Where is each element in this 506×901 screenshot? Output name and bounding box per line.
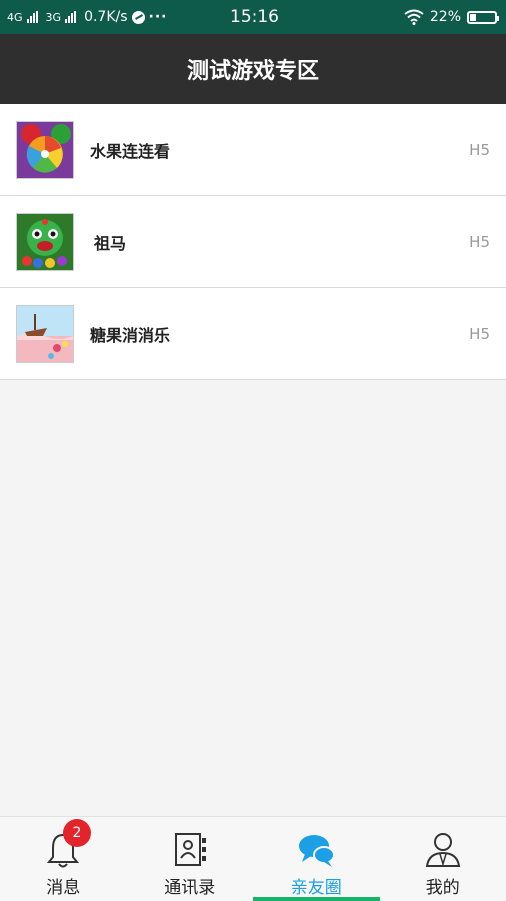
battery-icon (467, 11, 497, 24)
game-type-tag: H5 (469, 233, 490, 251)
network-speed: 0.7K/s (84, 9, 127, 25)
wifi-icon (404, 9, 424, 25)
chat-bubbles-icon (296, 831, 336, 869)
nav-label: 我的 (426, 873, 460, 898)
game-type-tag: H5 (469, 325, 490, 343)
network-type-1: 4G (7, 11, 23, 24)
game-row-fruit[interactable]: 水果连连看 H5 (0, 104, 506, 196)
signal-icon (27, 11, 38, 23)
game-title: 祖马 (94, 230, 126, 254)
game-row-candy[interactable]: 糖果消消乐 H5 (0, 288, 506, 380)
nav-label: 通讯录 (164, 873, 215, 898)
status-bar: 4G 3G 0.7K/s ··· 15:16 22% (0, 0, 506, 34)
game-title: 糖果消消乐 (90, 322, 170, 346)
user-icon (423, 831, 463, 869)
nav-label: 消息 (46, 873, 80, 898)
status-left: 4G 3G 0.7K/s ··· (0, 9, 168, 25)
network-type-2: 3G (46, 11, 62, 24)
nav-item-me[interactable]: 我的 (380, 817, 506, 901)
app-notification-icon (132, 11, 145, 24)
status-right: 22% (404, 0, 497, 34)
nav-item-contacts[interactable]: 通讯录 (127, 817, 254, 901)
signal-icon-2 (65, 11, 76, 23)
nav-item-friends-circle[interactable]: 亲友圈 (253, 817, 380, 901)
page-header: 测试游戏专区 (0, 34, 506, 104)
candy-game-icon (16, 305, 74, 363)
bottom-nav: 2 消息 通讯录 亲友圈 我的 (0, 816, 506, 901)
game-row-zuma[interactable]: 祖马 H5 (0, 196, 506, 288)
game-type-tag: H5 (469, 141, 490, 159)
battery-percent: 22% (430, 9, 461, 25)
fruit-game-icon (16, 121, 74, 179)
contacts-icon (170, 831, 210, 869)
unread-badge: 2 (63, 819, 91, 847)
nav-label: 亲友圈 (291, 873, 342, 898)
nav-item-messages[interactable]: 2 消息 (0, 817, 127, 901)
zuma-game-icon (16, 213, 74, 271)
page-title: 测试游戏专区 (187, 53, 319, 85)
game-title: 水果连连看 (90, 138, 170, 162)
clock: 15:16 (230, 0, 279, 34)
game-list: 水果连连看 H5 祖马 H5 (0, 104, 506, 380)
more-dots-icon: ··· (149, 9, 168, 25)
